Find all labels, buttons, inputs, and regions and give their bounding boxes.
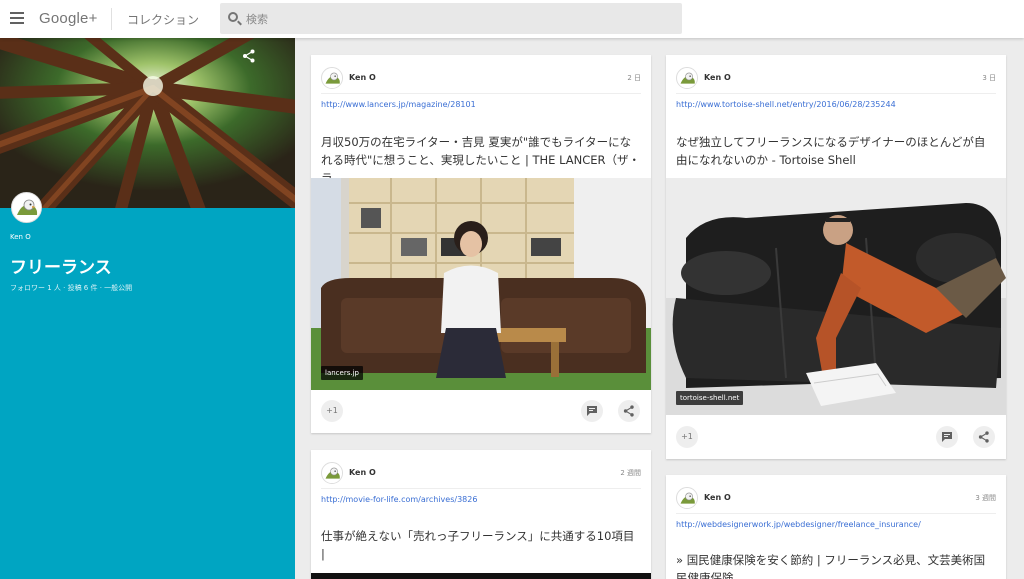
- post-image[interactable]: tortoise-shell.net: [666, 178, 1006, 415]
- share-icon: [978, 431, 989, 443]
- share-icon[interactable]: [242, 48, 256, 63]
- author-avatar[interactable]: [321, 462, 343, 484]
- post-time[interactable]: 3 日: [982, 73, 996, 83]
- cover-photo: [0, 38, 295, 208]
- share-button[interactable]: [973, 426, 995, 448]
- plus-one-button[interactable]: +1: [676, 426, 698, 448]
- comment-icon: [942, 432, 952, 442]
- author-avatar[interactable]: [676, 487, 698, 509]
- image-source-label: tortoise-shell.net: [676, 391, 744, 405]
- comment-button[interactable]: [936, 426, 958, 448]
- post-card: Ken O 2 日 http://www.lancers.jp/magazine…: [311, 55, 651, 433]
- post-title[interactable]: 仕事が絶えない「売れっ子フリーランス」に共通する10項目 |: [321, 527, 641, 563]
- comment-icon: [587, 406, 597, 416]
- post-link[interactable]: http://movie-for-life.com/archives/3826: [321, 495, 477, 504]
- owner-avatar[interactable]: [11, 192, 42, 223]
- author-avatar[interactable]: [321, 67, 343, 89]
- post-card: Ken O 3 日 http://www.tortoise-shell.net/…: [666, 55, 1006, 459]
- search-icon: [228, 12, 238, 22]
- share-button[interactable]: [618, 400, 640, 422]
- post-card: Ken O 3 週間 http://webdesignerwork.jp/web…: [666, 475, 1006, 579]
- owner-name[interactable]: Ken O: [10, 233, 31, 241]
- collection-title: フリーランス: [10, 258, 112, 278]
- search-input[interactable]: [246, 10, 666, 28]
- post-image[interactable]: [311, 573, 651, 579]
- comment-button[interactable]: [581, 400, 603, 422]
- image-source-label: lancers.jp: [321, 366, 363, 380]
- post-title[interactable]: » 国民健康保険を安く節約 | フリーランス必見、文芸美術国民健康保険: [676, 551, 996, 579]
- google-plus-logo[interactable]: Google+: [39, 10, 98, 27]
- post-image[interactable]: lancers.jp: [311, 178, 651, 390]
- post-link[interactable]: http://webdesignerwork.jp/webdesigner/fr…: [676, 520, 921, 529]
- divider: [676, 513, 996, 514]
- author-name[interactable]: Ken O: [704, 493, 731, 502]
- collection-header-panel: Ken O フリーランス フォロワー 1 人 · 投稿 6 件 · 一般公開: [0, 38, 295, 579]
- author-name[interactable]: Ken O: [349, 73, 376, 82]
- post-time[interactable]: 3 週間: [975, 493, 996, 503]
- post-link[interactable]: http://www.lancers.jp/magazine/28101: [321, 100, 476, 109]
- post-card: Ken O 2 週間 http://movie-for-life.com/arc…: [311, 450, 651, 579]
- share-icon: [623, 405, 634, 417]
- collection-meta: フォロワー 1 人 · 投稿 6 件 · 一般公開: [10, 284, 133, 292]
- page-title: コレクション: [127, 13, 200, 27]
- divider: [321, 488, 641, 489]
- author-avatar[interactable]: [676, 67, 698, 89]
- top-app-bar: Google+ コレクション: [0, 0, 1024, 38]
- post-link[interactable]: http://www.tortoise-shell.net/entry/2016…: [676, 100, 896, 109]
- divider: [321, 93, 641, 94]
- divider: [676, 93, 996, 94]
- hamburger-menu-icon[interactable]: [10, 12, 24, 26]
- author-name[interactable]: Ken O: [704, 73, 731, 82]
- search-bar[interactable]: [220, 3, 682, 34]
- post-time[interactable]: 2 日: [627, 73, 641, 83]
- header-divider: [111, 8, 112, 30]
- post-title[interactable]: なぜ独立してフリーランスになるデザイナーのほとんどが自由になれないのか - To…: [676, 133, 996, 169]
- author-name[interactable]: Ken O: [349, 468, 376, 477]
- post-time[interactable]: 2 週間: [620, 468, 641, 478]
- plus-one-button[interactable]: +1: [321, 400, 343, 422]
